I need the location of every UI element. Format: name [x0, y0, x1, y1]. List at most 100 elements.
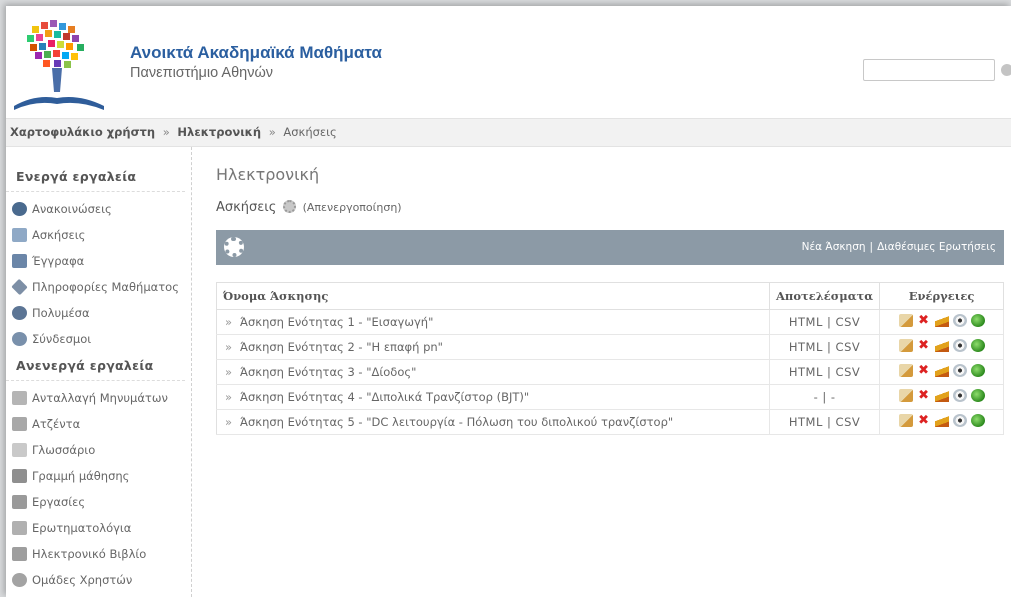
- row-bullet: »: [225, 315, 233, 329]
- edit-icon[interactable]: [898, 364, 913, 377]
- clean-icon[interactable]: [934, 314, 949, 327]
- exercise-name-cell: » Άσκηση Ενότητας 3 - "Δίοδος": [216, 359, 770, 385]
- edit-icon[interactable]: [898, 339, 913, 352]
- sidebar-heading-inactive: Ανενεργά εργαλεία: [6, 352, 185, 381]
- delete-icon[interactable]: ✖: [917, 389, 931, 402]
- sidebar-item-ebook[interactable]: Ηλεκτρονικό Βιβλίο: [6, 541, 191, 567]
- sidebar-item-learning-path[interactable]: Γραμμή μάθησης: [6, 463, 191, 489]
- actions-cell: ✖: [879, 384, 1004, 410]
- sidebar-item-multimedia[interactable]: Πολυμέσα: [6, 300, 191, 326]
- search-button-icon[interactable]: [1001, 64, 1011, 76]
- view-icon[interactable]: [952, 414, 967, 427]
- view-icon[interactable]: [952, 389, 967, 402]
- row-bullet: »: [225, 365, 233, 379]
- breadcrumb: Χαρτοφυλάκιο χρήστη » Ηλεκτρονική » Ασκή…: [6, 118, 1011, 147]
- export-icon[interactable]: [970, 414, 985, 427]
- column-header-results: Αποτελέσματα: [769, 282, 881, 310]
- toolbar-actions: Νέα Άσκηση | Διαθέσιμες Ερωτήσεις: [802, 241, 996, 253]
- exercises-icon: [12, 228, 27, 242]
- column-header-actions: Ενέργειες: [879, 282, 1004, 310]
- sidebar-item-messages[interactable]: Ανταλλαγή Μηνυμάτων: [6, 385, 191, 411]
- row-bullet: »: [225, 340, 233, 354]
- breadcrumb-course[interactable]: Ηλεκτρονική: [177, 125, 261, 139]
- logo-tree-icon[interactable]: [10, 16, 110, 114]
- delete-icon[interactable]: ✖: [917, 364, 931, 377]
- site-title[interactable]: Ανοικτά Ακαδημαϊκά Μαθήματα: [130, 43, 382, 63]
- clean-icon[interactable]: [934, 414, 949, 427]
- site-subtitle: Πανεπιστήμιο Αθηνών: [130, 65, 274, 81]
- results-links[interactable]: HTML | CSV: [789, 315, 860, 329]
- messages-icon: [12, 391, 27, 405]
- results-links: - | -: [813, 390, 836, 404]
- sidebar-item-documents[interactable]: Έγγραφα: [6, 248, 191, 274]
- window: Ανοικτά Ακαδημαϊκά Μαθήματα Πανεπιστήμιο…: [6, 6, 1011, 597]
- sidebar-item-label: Ηλεκτρονικό Βιβλίο: [32, 547, 147, 561]
- edit-icon[interactable]: [898, 414, 913, 427]
- assignments-icon: [12, 495, 27, 509]
- sidebar-item-announcements[interactable]: Ανακοινώσεις: [6, 196, 191, 222]
- sidebar-item-questionnaires[interactable]: Ερωτηματολόγια: [6, 515, 191, 541]
- gear-icon[interactable]: [224, 237, 244, 257]
- view-icon[interactable]: [952, 339, 967, 352]
- clean-icon[interactable]: [934, 339, 949, 352]
- edit-icon[interactable]: [898, 314, 913, 327]
- sidebar-item-label: Ομάδες Χρηστών: [32, 573, 133, 587]
- clean-icon[interactable]: [934, 364, 949, 377]
- exercise-name-cell: » Άσκηση Ενότητας 4 - "Διπολικά Τρανζίστο…: [216, 384, 770, 410]
- delete-icon[interactable]: ✖: [917, 414, 931, 427]
- exercise-link[interactable]: Άσκηση Ενότητας 3 - "Δίοδος": [240, 365, 416, 379]
- sidebar-item-glossary[interactable]: Γλωσσάριο: [6, 437, 191, 463]
- breadcrumb-portfolio[interactable]: Χαρτοφυλάκιο χρήστη: [10, 125, 155, 139]
- sidebar-item-links[interactable]: Σύνδεσμοι: [6, 326, 191, 352]
- module-settings-icon[interactable]: [283, 200, 297, 213]
- sidebar-heading-active: Ενεργά εργαλεία: [6, 163, 185, 192]
- view-icon[interactable]: [952, 364, 967, 377]
- deactivate-link[interactable]: (Απενεργοποίηση): [303, 201, 402, 214]
- toolbar-separator: |: [869, 241, 874, 253]
- action-toolbar: Νέα Άσκηση | Διαθέσιμες Ερωτήσεις: [216, 230, 1004, 265]
- row-bullet: »: [225, 415, 233, 429]
- results-links[interactable]: HTML | CSV: [789, 340, 860, 354]
- sidebar-item-user-groups[interactable]: Ομάδες Χρηστών: [6, 567, 191, 593]
- sidebar-item-label: Γλωσσάριο: [32, 443, 96, 457]
- exercise-name-cell: » Άσκηση Ενότητας 2 - "Η επαφή pn": [216, 334, 770, 360]
- actions-cell: ✖: [879, 359, 1004, 385]
- sidebar-item-assignments[interactable]: Εργασίες: [6, 489, 191, 515]
- clean-icon[interactable]: [934, 389, 949, 402]
- exercise-link[interactable]: Άσκηση Ενότητας 5 - "DC λειτουργία - Πόλ…: [240, 415, 673, 429]
- export-icon[interactable]: [970, 364, 985, 377]
- delete-icon[interactable]: ✖: [917, 339, 931, 352]
- table-row: » Άσκηση Ενότητας 3 - "Δίοδος" HTML | CSV…: [216, 359, 1004, 385]
- exercise-link[interactable]: Άσκηση Ενότητας 2 - "Η επαφή pn": [240, 340, 443, 354]
- results-links[interactable]: HTML | CSV: [789, 365, 860, 379]
- edit-icon[interactable]: [898, 389, 913, 402]
- export-icon[interactable]: [970, 339, 985, 352]
- sidebar-item-exercises[interactable]: Ασκήσεις: [6, 222, 191, 248]
- results-cell: HTML | CSV: [769, 409, 881, 435]
- sidebar-item-label: Ερωτηματολόγια: [32, 521, 132, 535]
- table-row: » Άσκηση Ενότητας 4 - "Διπολικά Τρανζίστο…: [216, 384, 1004, 410]
- export-icon[interactable]: [970, 314, 985, 327]
- export-icon[interactable]: [970, 389, 985, 402]
- sidebar-item-agenda[interactable]: Ατζέντα: [6, 411, 191, 437]
- new-exercise-link[interactable]: Νέα Άσκηση: [802, 241, 866, 253]
- module-title: Ασκήσεις (Απενεργοποίηση): [216, 200, 402, 215]
- site-header: Ανοικτά Ακαδημαϊκά Μαθήματα Πανεπιστήμιο…: [6, 6, 1011, 118]
- sidebar-item-course-info[interactable]: Πληροφορίες Μαθήματος: [6, 274, 191, 300]
- sidebar-item-label: Ανακοινώσεις: [32, 202, 112, 216]
- view-icon[interactable]: [952, 314, 967, 327]
- results-links[interactable]: HTML | CSV: [789, 415, 860, 429]
- exercise-link[interactable]: Άσκηση Ενότητας 1 - "Εισαγωγή": [240, 315, 433, 329]
- agenda-icon: [12, 417, 27, 431]
- results-cell: HTML | CSV: [769, 359, 881, 385]
- breadcrumb-separator: »: [268, 125, 276, 139]
- sidebar-item-label: Γραμμή μάθησης: [32, 469, 130, 483]
- exercise-name-cell: » Άσκηση Ενότητας 1 - "Εισαγωγή": [216, 309, 770, 335]
- column-header-name: Όνομα Άσκησης: [216, 282, 770, 310]
- results-cell: HTML | CSV: [769, 309, 881, 335]
- exercise-link[interactable]: Άσκηση Ενότητας 4 - "Διπολικά Τρανζίστορ…: [240, 390, 529, 404]
- delete-icon[interactable]: ✖: [917, 314, 931, 327]
- links-icon: [12, 332, 27, 346]
- available-questions-link[interactable]: Διαθέσιμες Ερωτήσεις: [877, 241, 996, 253]
- search-input[interactable]: [863, 59, 995, 81]
